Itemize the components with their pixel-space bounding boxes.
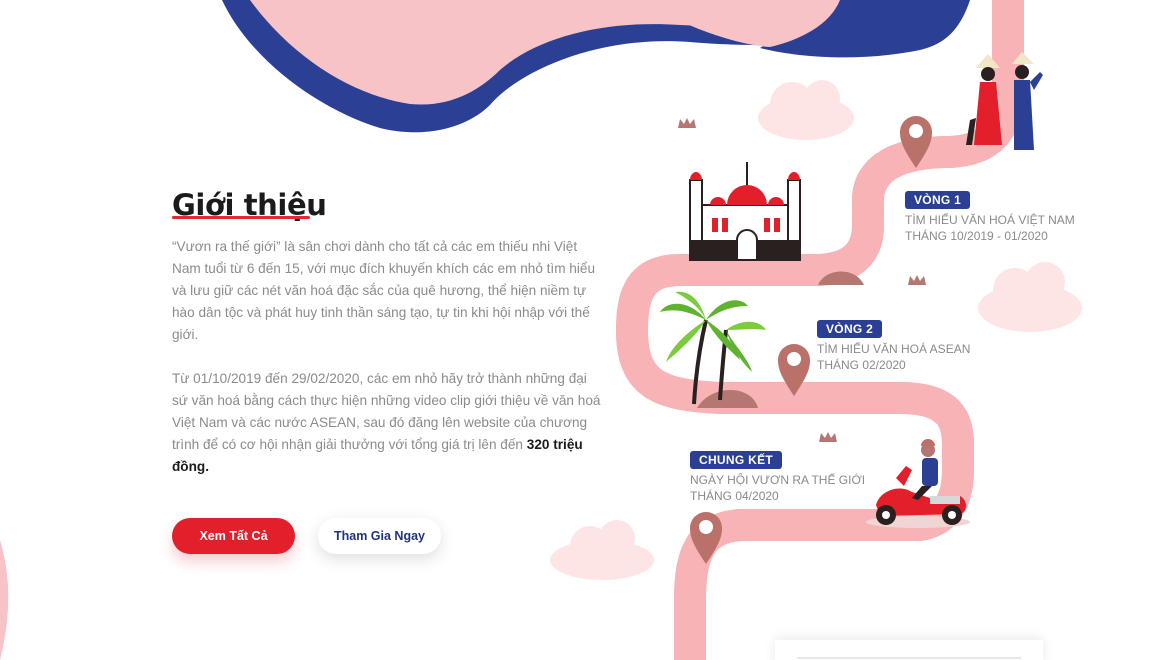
intro-title: Giới thiệu — [172, 188, 327, 222]
join-now-button[interactable]: Tham Gia Ngay — [318, 518, 441, 554]
bottom-card-peek — [775, 640, 1043, 660]
round-2-name: TÌM HIỂU VĂN HOÁ ASEAN — [817, 342, 971, 356]
round-2-badge: VÒNG 2 — [817, 320, 883, 338]
crown-icon — [678, 118, 696, 128]
round-2-date: THÁNG 02/2020 — [817, 358, 906, 372]
top-wave — [222, 0, 970, 133]
intro-paragraph-1: “Vươn ra thế giới” là sân chơi dành cho … — [172, 239, 596, 342]
intro-body: “Vươn ra thế giới” là sân chơi dành cho … — [172, 236, 602, 478]
crown-icon — [908, 275, 926, 285]
crown-icon — [819, 432, 837, 442]
timeline-round-1: VÒNG 1 TÌM HIỂU VĂN HOÁ VIỆT NAM THÁNG 1… — [905, 191, 1075, 244]
timeline-final: CHUNG KẾT NGÀY HỘI VƯƠN RA THẾ GIỚI THÁN… — [690, 451, 865, 504]
view-all-button[interactable]: Xem Tất Cả — [172, 518, 295, 554]
round-1-badge: VÒNG 1 — [905, 191, 971, 209]
round-1-name: TÌM HIỂU VĂN HOÁ VIỆT NAM — [905, 213, 1075, 227]
final-date: THÁNG 04/2020 — [690, 489, 779, 503]
title-underline — [172, 216, 310, 219]
cloud-icon — [550, 520, 654, 580]
final-name: NGÀY HỘI VƯƠN RA THẾ GIỚI — [690, 473, 866, 487]
cloud-icon — [758, 80, 854, 140]
intro-section: Giới thiệu “Vươn ra thế giới” là sân chơ… — [172, 188, 602, 478]
intro-paragraph-2: Từ 01/10/2019 đến 29/02/2020, các em nhỏ… — [172, 368, 602, 478]
mosque-icon — [689, 162, 801, 261]
timeline-round-2: VÒNG 2 TÌM HIỂU VĂN HOÁ ASEAN THÁNG 02/2… — [817, 320, 970, 373]
left-edge-wave — [0, 540, 9, 660]
card-divider — [797, 657, 1021, 659]
cloud-icon — [978, 262, 1082, 332]
final-badge: CHUNG KẾT — [690, 451, 783, 469]
round-1-date: THÁNG 10/2019 - 01/2020 — [905, 229, 1048, 243]
